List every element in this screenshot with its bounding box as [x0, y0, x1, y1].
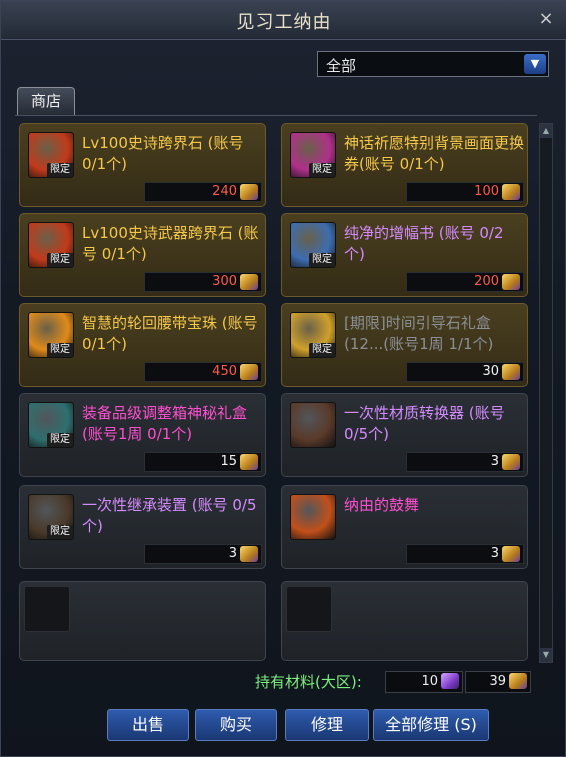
material-gold-box: 39	[465, 671, 531, 693]
item-price-box: 30	[406, 362, 524, 382]
material-gold-amount: 39	[489, 674, 506, 689]
item-name: 一次性材质转换器 (账号 0/5个)	[344, 404, 505, 443]
category-dropdown[interactable]: 全部 ▼	[317, 51, 549, 77]
scroll-down-icon[interactable]: ▼	[540, 648, 552, 662]
fire-stone-icon[interactable]: 限定	[28, 132, 74, 178]
item-price-box: 200	[406, 272, 524, 292]
shop-window: 见习工纳由 × 全部 ▼ 商店 ▲ ▼ 限定 Lv100史诗跨界石 (账号 0/1…	[0, 0, 566, 757]
scrollbar[interactable]: ▲ ▼	[539, 123, 553, 663]
item-price-box: 15	[144, 452, 262, 472]
buy-button[interactable]: 购买	[195, 709, 277, 741]
limited-badge: 限定	[47, 163, 73, 177]
shop-item-card[interactable]: 限定 一次性继承装置 (账号 0/5个) 3	[19, 485, 266, 569]
empty-slot-icon	[286, 586, 332, 632]
item-price-box: 3	[144, 544, 262, 564]
item-price: 450	[212, 364, 237, 379]
empty-slot	[19, 581, 266, 661]
empty-slot-icon	[24, 586, 70, 632]
currency-icon	[240, 364, 258, 380]
chest-icon[interactable]: 限定	[28, 402, 74, 448]
item-price-box: 300	[144, 272, 262, 292]
item-price: 3	[228, 546, 237, 561]
purple-material-icon	[441, 673, 459, 689]
item-name: 神话祈愿特别背景画面更换券(账号 0/1个)	[344, 134, 525, 173]
item-name: 智慧的轮回腰带宝珠 (账号 0/1个)	[82, 314, 258, 353]
currency-icon	[502, 364, 520, 380]
material-purple-amount: 10	[421, 674, 438, 689]
item-price: 30	[482, 364, 499, 379]
currency-icon	[240, 184, 258, 200]
item-name: Lv100史诗跨界石 (账号 0/1个)	[82, 134, 244, 173]
ticket-icon[interactable]: 限定	[290, 132, 336, 178]
limited-badge: 限定	[47, 433, 73, 447]
item-price-box: 100	[406, 182, 524, 202]
item-price: 3	[490, 454, 499, 469]
item-price-box: 3	[406, 452, 524, 472]
item-price-box: 450	[144, 362, 262, 382]
encourage-icon[interactable]	[290, 494, 336, 540]
title-bar[interactable]: 见习工纳由 ×	[1, 1, 566, 40]
shop-item-card[interactable]: 限定 Lv100史诗跨界石 (账号 0/1个) 240	[19, 123, 266, 207]
gold-material-icon	[509, 673, 527, 689]
item-price: 240	[212, 184, 237, 199]
currency-icon	[240, 454, 258, 470]
currency-icon	[240, 274, 258, 290]
category-selected: 全部	[326, 57, 357, 75]
currency-icon	[502, 184, 520, 200]
limited-badge: 限定	[309, 343, 335, 357]
limited-badge: 限定	[47, 343, 73, 357]
limited-badge: 限定	[309, 253, 335, 267]
materials-label: 持有材料(大区):	[255, 673, 362, 691]
gift-box-icon[interactable]: 限定	[290, 312, 336, 358]
currency-icon	[502, 454, 520, 470]
window-title: 见习工纳由	[236, 12, 332, 33]
item-name: 一次性继承装置 (账号 0/5个)	[82, 496, 257, 535]
shop-item-card[interactable]: 限定 纯净的增幅书 (账号 0/2个) 200	[281, 213, 528, 297]
item-price: 15	[220, 454, 237, 469]
shop-item-card[interactable]: 限定 神话祈愿特别背景画面更换券(账号 0/1个) 100	[281, 123, 528, 207]
shop-item-card[interactable]: 限定 智慧的轮回腰带宝珠 (账号 0/1个) 450	[19, 303, 266, 387]
currency-icon	[502, 546, 520, 562]
limited-badge: 限定	[47, 253, 73, 267]
book-icon[interactable]: 限定	[290, 222, 336, 268]
item-price: 300	[212, 274, 237, 289]
item-name: 纯净的增幅书 (账号 0/2个)	[344, 224, 504, 263]
item-price: 100	[474, 184, 499, 199]
currency-icon	[502, 274, 520, 290]
item-name: 装备品级调整箱神秘礼盒(账号1周 0/1个)	[82, 404, 248, 443]
limited-badge: 限定	[47, 525, 73, 539]
item-name: [期限]时间引导石礼盒 (12...(账号1周 1/1个)	[344, 314, 494, 353]
inherit-device-icon[interactable]: 限定	[28, 494, 74, 540]
shop-item-card[interactable]: 限定 Lv100史诗武器跨界石 (账号 0/1个) 300	[19, 213, 266, 297]
item-name: 纳由的鼓舞	[344, 496, 420, 514]
item-price: 3	[490, 546, 499, 561]
scroll-up-icon[interactable]: ▲	[540, 124, 552, 138]
sell-button[interactable]: 出售	[107, 709, 189, 741]
item-price-box: 3	[406, 544, 524, 564]
converter-icon[interactable]	[290, 402, 336, 448]
item-price-box: 240	[144, 182, 262, 202]
currency-icon	[240, 546, 258, 562]
item-name: Lv100史诗武器跨界石 (账号 0/1个)	[82, 224, 259, 263]
shop-item-card[interactable]: 纳由的鼓舞 3	[281, 485, 528, 569]
item-price: 200	[474, 274, 499, 289]
limited-badge: 限定	[309, 163, 335, 177]
repair-all-button[interactable]: 全部修理 (S)	[373, 709, 489, 741]
shop-item-card[interactable]: 一次性材质转换器 (账号 0/5个) 3	[281, 393, 528, 477]
shop-item-card[interactable]: 限定 [期限]时间引导石礼盒 (12...(账号1周 1/1个) 30	[281, 303, 528, 387]
repair-button[interactable]: 修理	[285, 709, 369, 741]
material-purple-box: 10	[385, 671, 463, 693]
tab-shop[interactable]: 商店	[17, 87, 75, 115]
orb-icon[interactable]: 限定	[28, 312, 74, 358]
empty-slot	[281, 581, 528, 661]
weapon-stone-icon[interactable]: 限定	[28, 222, 74, 268]
shop-item-card[interactable]: 限定 装备品级调整箱神秘礼盒(账号1周 0/1个) 15	[19, 393, 266, 477]
chevron-down-icon[interactable]: ▼	[524, 54, 546, 74]
close-icon[interactable]: ×	[535, 8, 557, 30]
